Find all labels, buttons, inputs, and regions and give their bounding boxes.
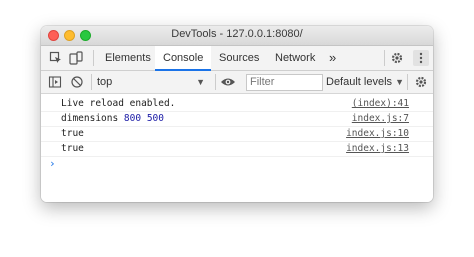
clear-console-icon[interactable]	[69, 74, 85, 90]
window-title: DevTools - 127.0.0.1:8080/	[171, 28, 303, 40]
tab-network[interactable]: Network	[267, 46, 323, 70]
console-message: true index.js:10	[41, 126, 433, 142]
sidebar-toggle-icon[interactable]	[47, 74, 63, 90]
console-toolbar: top ▼ Filter Default levels ▼	[41, 71, 433, 94]
log-levels-label: Default levels	[326, 76, 393, 88]
title-bar: DevTools - 127.0.0.1:8080/	[41, 26, 433, 46]
device-toolbar-icon[interactable]	[68, 50, 84, 66]
context-value: top	[97, 76, 113, 88]
console-message: true index.js:13	[41, 141, 433, 157]
message-text: dimensions 800 500	[61, 111, 164, 126]
more-tabs-button[interactable]: »	[321, 46, 344, 70]
tab-bar-divider	[384, 50, 385, 66]
message-prefix: dimensions	[61, 113, 124, 124]
tab-bar-divider	[93, 50, 94, 66]
console-prompt[interactable]: ›	[41, 156, 433, 171]
tab-sources[interactable]: Sources	[211, 46, 267, 70]
settings-gear-icon[interactable]	[413, 74, 429, 90]
console-message: Live reload enabled. (index):41	[41, 96, 433, 112]
toolbar-divider	[91, 74, 92, 90]
settings-gear-icon[interactable]	[389, 50, 405, 66]
console-output: Live reload enabled. (index):41 dimensio…	[41, 94, 433, 202]
message-text: true	[61, 128, 84, 139]
toolbar-divider	[215, 74, 216, 90]
filter-input[interactable]: Filter	[246, 74, 323, 91]
panel-tab-bar: Elements Console Sources Network »	[41, 46, 433, 71]
tab-console[interactable]: Console	[155, 46, 212, 71]
toolbar-divider	[407, 74, 408, 90]
source-link[interactable]: (index):41	[352, 96, 409, 111]
source-link[interactable]: index.js:7	[352, 111, 409, 126]
log-levels-dropdown[interactable]: Default levels ▼	[326, 74, 404, 90]
dropdown-arrow-icon: ▼	[196, 77, 205, 87]
source-link[interactable]: index.js:13	[346, 141, 409, 156]
console-message: dimensions 800 500 index.js:7	[41, 111, 433, 127]
prompt-chevron-icon: ›	[49, 157, 56, 170]
devtools-window: DevTools - 127.0.0.1:8080/ Elements Cons…	[41, 26, 433, 202]
number-value: 500	[146, 113, 164, 124]
context-selector[interactable]: top ▼	[97, 74, 209, 90]
number-value: 800	[123, 113, 142, 124]
kebab-menu-icon[interactable]	[413, 50, 429, 66]
message-text: true	[61, 143, 84, 154]
dropdown-arrow-icon: ▼	[395, 77, 405, 87]
inspect-icon[interactable]	[48, 50, 64, 66]
message-text: Live reload enabled.	[61, 98, 176, 109]
eye-icon[interactable]	[220, 74, 236, 90]
source-link[interactable]: index.js:10	[346, 126, 409, 141]
tab-elements[interactable]: Elements	[97, 46, 159, 70]
